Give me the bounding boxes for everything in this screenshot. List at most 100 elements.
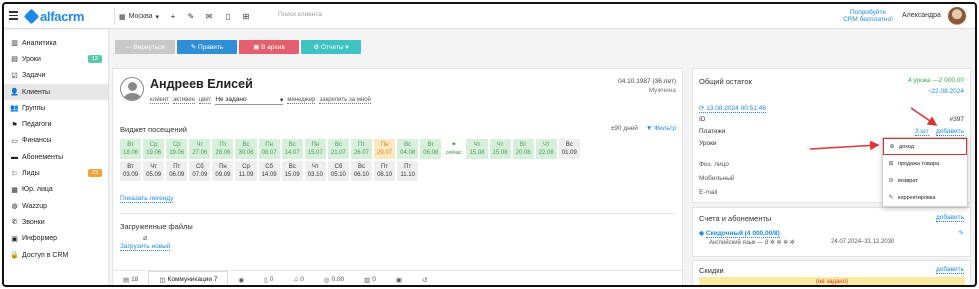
mail-icon[interactable]: ✉ — [203, 10, 215, 22]
branch-select[interactable]: ▦ Москва ▾ — [114, 8, 163, 25]
promo-link[interactable]: Попробуйте CRM бесплатно! — [842, 9, 894, 23]
attendance-cell[interactable]: Вс 06.10 — [350, 161, 373, 181]
attendance-cell[interactable]: Вт 20.08 — [512, 139, 534, 159]
sidebar-item-leads[interactable]: ⚐ Лиды 23 — [4, 165, 108, 181]
tab-history[interactable]: ↺ — [412, 271, 437, 286]
attendance-cell[interactable]: Вс 01.09 — [558, 139, 580, 159]
attendance-cell[interactable]: Пн 09.09 — [212, 161, 234, 181]
tab-image[interactable]: ▣ — [386, 271, 412, 286]
attendance-cell[interactable]: Пт 11.10 — [397, 161, 419, 181]
attendance-cell[interactable]: Ср 19.06 — [166, 139, 188, 159]
filter-button[interactable]: ▼ Фильтр — [646, 125, 676, 132]
subscriptions-add-link[interactable]: добавить — [935, 214, 964, 222]
attendance-cell[interactable]: Пн 15.07 — [304, 139, 326, 159]
attendance-cell[interactable]: Чт 15.08 — [489, 139, 511, 159]
attendance-day: Вт — [127, 164, 134, 170]
tab-lessons[interactable]: ▤ 18 — [113, 271, 148, 286]
menu-item-income[interactable]: ⊕ доход — [883, 138, 967, 155]
cart-icon[interactable]: ⊞ — [240, 10, 252, 22]
tab-table[interactable]: ▥ 0 — [354, 271, 386, 286]
attendance-cell[interactable]: Чт 15.08 — [466, 139, 488, 159]
attendance-cell[interactable]: Пт 06.09 — [166, 161, 188, 181]
sidebar-item-informer[interactable]: ▣ Информер — [4, 231, 108, 247]
menu-item-product-sale[interactable]: ⊞ продажа товара — [883, 155, 967, 172]
search-input[interactable]: Поиск клиента — [278, 11, 322, 18]
attendance-cell[interactable]: Сб 14.09 — [258, 161, 280, 181]
manager-link[interactable]: менеджер — [287, 97, 316, 104]
tag-client[interactable]: клиент — [150, 97, 169, 104]
period-select[interactable]: ±90 дней — [611, 125, 638, 132]
balance-updated[interactable]: ⟳ 13.08.2024 00:51:48 — [699, 104, 766, 113]
reports-button[interactable]: ⚙ Отчеты ▾ — [301, 40, 361, 54]
list-icon: ▤ — [123, 276, 130, 284]
attendance-cell[interactable]: Вс 15.09 — [281, 161, 303, 181]
tab-docs[interactable]: ▯ 0 — [254, 271, 283, 286]
sidebar-item-groups[interactable]: 👥 Группы — [4, 100, 108, 116]
pencil-icon[interactable]: ✎ — [959, 229, 964, 237]
payments-count[interactable]: 3 шт — [915, 128, 929, 136]
leads-badge: 23 — [87, 169, 102, 178]
attendance-cell[interactable]: Вс 14.07 — [281, 139, 303, 159]
upload-link[interactable]: Загрузить новый — [120, 243, 171, 251]
sidebar-item-companies[interactable]: ▦ Юр. лица — [4, 182, 108, 198]
attendance-cell[interactable]: Пт 08.10 — [374, 161, 396, 181]
show-legend-link[interactable]: Показать легенду — [120, 195, 174, 203]
user-name[interactable]: Александра — [902, 12, 941, 19]
sidebar-item-calls[interactable]: ✆ Звонки — [4, 214, 108, 230]
avatar[interactable] — [948, 7, 966, 25]
sidebar-item-finance[interactable]: ▭ Финансы — [4, 133, 108, 149]
attendance-cell[interactable]: Вт 06.08 — [420, 139, 442, 159]
sidebar-item-tasks[interactable]: ☑ Задачи — [4, 68, 108, 84]
attendance-cell[interactable]: Пн 08.07 — [258, 139, 280, 159]
attendance-cell[interactable]: Сб 05.10 — [327, 161, 349, 181]
tab-label: 0,00 — [331, 276, 345, 283]
attendance-cell[interactable]: Вс 04.08 — [397, 139, 419, 159]
menu-item-refund[interactable]: ⊖ возврат — [883, 172, 967, 189]
sidebar-item-subscriptions[interactable]: ▬ Абонементы — [4, 149, 108, 165]
sidebar-item-analytics[interactable]: ▥ Аналитика — [4, 35, 108, 51]
tab-whatsapp[interactable]: ◉ — [228, 271, 254, 286]
sidebar-item-clients[interactable]: 👤 Клиенты — [4, 83, 108, 101]
attendance-cell[interactable]: ⚑ сейчас — [443, 139, 465, 159]
add-icon[interactable]: + — [167, 10, 179, 22]
attendance-cell[interactable]: Пт 28.06 — [212, 139, 234, 159]
attendance-date: 14.07 — [284, 150, 300, 156]
attendance-cell[interactable]: Пт 26.07 — [350, 139, 373, 159]
attendance-cell[interactable]: Чт 05.09 — [143, 161, 165, 181]
attendance-cell[interactable]: Вс 30.06 — [235, 139, 257, 159]
logo[interactable]: alfacrm — [23, 8, 84, 24]
assign-link[interactable]: закрепить за мной — [319, 97, 371, 104]
attendance-cell[interactable]: Чт 22.08 — [535, 139, 557, 159]
tab-music[interactable]: ♫ 0 — [283, 271, 314, 286]
menu-icon[interactable] — [9, 11, 18, 20]
payments-add-link[interactable]: добавить — [935, 128, 964, 136]
discounts-add-link[interactable]: добавить — [935, 266, 964, 274]
tab-communications[interactable]: ◫ Коммуникации 7 — [148, 270, 229, 285]
attendance-cell[interactable]: Ср 11.09 — [235, 161, 257, 181]
attendance-cell[interactable]: Чт 03.10 — [304, 161, 326, 181]
attendance-day: Пт — [381, 164, 389, 170]
archive-button[interactable]: ▣ В архив — [239, 40, 299, 54]
subscription-name[interactable]: ◆ Скидочный (4 000,00/8) — [699, 229, 780, 238]
sidebar-item-teachers[interactable]: ⚑ Педагоги — [4, 116, 108, 132]
attendance-cell[interactable]: Вт 18.06 — [120, 139, 142, 159]
edit-button[interactable]: ✎ Править — [177, 40, 237, 54]
sidebar-item-wazzup[interactable]: ◍ Wazzup — [4, 198, 108, 214]
attendance-cell[interactable]: Вс 21.07 — [327, 139, 349, 159]
attendance-cell[interactable]: Пн 29.07 — [374, 139, 396, 159]
attendance-cell[interactable]: Ср 19.06 — [143, 139, 165, 159]
attendance-cell[interactable]: Вт 03.09 — [120, 161, 142, 181]
menu-item-correction[interactable]: ✎ корректировка — [883, 189, 967, 206]
phone-icon[interactable]: ▯ — [222, 10, 234, 22]
sidebar-item-lessons[interactable]: ▤ Уроки 12 — [4, 51, 108, 67]
attendance-cell[interactable]: Чт 27.06 — [189, 139, 211, 159]
tag-color[interactable]: цвет — [198, 97, 212, 104]
tab-finance[interactable]: ◎ 0,00 — [314, 271, 354, 286]
wrench-icon[interactable]: ✎ — [185, 10, 197, 22]
sidebar-item-access[interactable]: 🔒 Доступ в CRM — [4, 247, 108, 263]
sidebar-item-label: Аналитика — [22, 39, 57, 47]
tag-active[interactable]: активен — [172, 97, 195, 104]
attendance-cell[interactable]: Сб 07.09 — [189, 161, 211, 181]
status-select[interactable]: Не задано ▾ — [215, 95, 284, 105]
back-button[interactable]: ← Вернуться — [115, 40, 175, 54]
